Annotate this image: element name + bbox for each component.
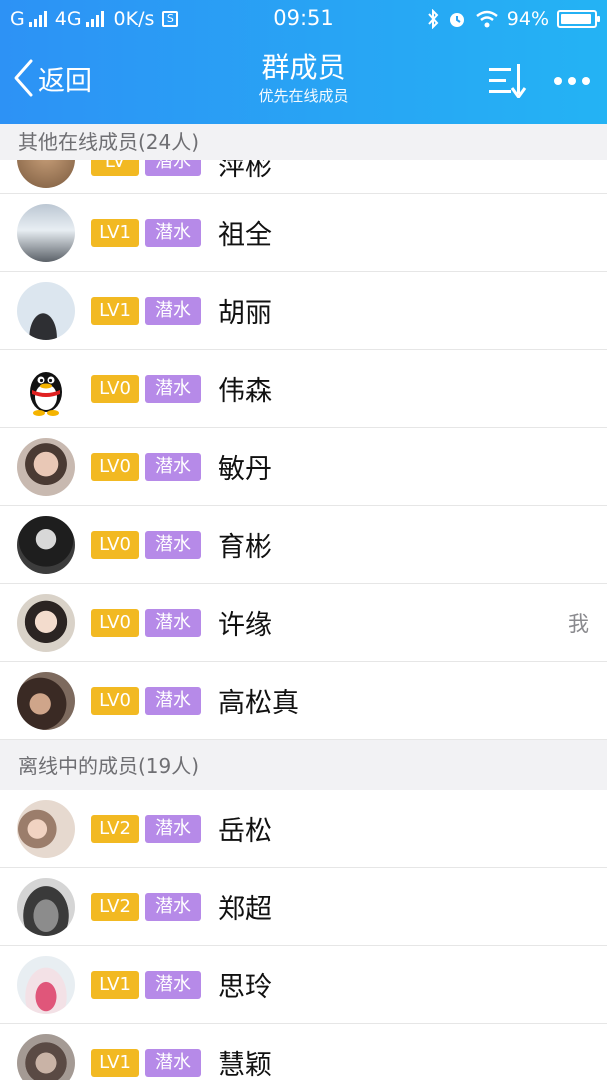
level-badge: LV xyxy=(91,160,139,176)
avatar xyxy=(17,877,75,936)
role-badge: 潜水 xyxy=(145,160,201,176)
member-row[interactable]: LV2 潜水 岳松 xyxy=(0,790,607,868)
role-badge: 潜水 xyxy=(145,970,201,999)
level-badge: LV0 xyxy=(91,452,139,481)
member-name: 育彬 xyxy=(218,532,272,563)
avatar xyxy=(17,160,75,188)
self-tag: 我 xyxy=(568,611,589,636)
member-name: 岳松 xyxy=(218,816,272,847)
section-header-online: 其他在线成员(24人) xyxy=(0,124,607,160)
wifi-icon xyxy=(475,10,498,28)
qq-penguin-icon xyxy=(30,371,62,416)
avatar xyxy=(17,671,75,730)
status-bar: G 4G 0K/s S 09:51 94% xyxy=(0,0,607,38)
member-name: 郑超 xyxy=(218,894,272,925)
level-badge: LV1 xyxy=(91,1048,139,1077)
back-label: 返回 xyxy=(38,65,92,97)
role-badge: 潜水 xyxy=(145,296,201,325)
avatar xyxy=(17,799,75,858)
level-badge: LV1 xyxy=(91,296,139,325)
member-row[interactable]: LV1 潜水 思玲 xyxy=(0,946,607,1024)
member-name: 萍彬 xyxy=(218,160,272,182)
member-row[interactable]: LV 潜水 萍彬 xyxy=(0,160,607,194)
role-badge: 潜水 xyxy=(145,1048,201,1077)
member-row[interactable]: LV2 潜水 郑超 xyxy=(0,868,607,946)
avatar xyxy=(17,955,75,1014)
battery-percent: 94% xyxy=(506,8,549,30)
avatar xyxy=(17,359,75,418)
role-badge: 潜水 xyxy=(145,686,201,715)
avatar xyxy=(17,437,75,496)
level-badge: LV1 xyxy=(91,218,139,247)
section-header-offline: 离线中的成员(19人) xyxy=(0,740,607,790)
bluetooth-icon xyxy=(428,9,439,29)
member-name: 许缘 xyxy=(218,610,272,641)
nav-actions xyxy=(489,64,591,98)
avatar xyxy=(17,515,75,574)
member-row[interactable]: LV0 潜水 伟森 xyxy=(0,350,607,428)
member-name: 伟森 xyxy=(218,376,272,407)
sort-icon[interactable] xyxy=(489,64,527,98)
chevron-left-icon xyxy=(14,59,33,97)
member-name: 胡丽 xyxy=(218,298,272,329)
role-badge: 潜水 xyxy=(145,892,201,921)
role-badge: 潜水 xyxy=(145,814,201,843)
member-row[interactable]: LV1 潜水 祖全 xyxy=(0,194,607,272)
member-row[interactable]: LV0 潜水 敏丹 xyxy=(0,428,607,506)
member-name: 思玲 xyxy=(218,972,272,1003)
nav-bar: 返回 群成员 优先在线成员 xyxy=(0,38,607,124)
back-button[interactable]: 返回 xyxy=(12,58,92,98)
member-row[interactable]: LV1 潜水 胡丽 xyxy=(0,272,607,350)
member-name: 祖全 xyxy=(218,220,272,251)
role-badge: 潜水 xyxy=(145,218,201,247)
battery-icon xyxy=(557,10,600,28)
member-row[interactable]: LV0 潜水 高松真 xyxy=(0,662,607,740)
role-badge: 潜水 xyxy=(145,530,201,559)
member-row[interactable]: LV0 潜水 育彬 xyxy=(0,506,607,584)
level-badge: LV0 xyxy=(91,686,139,715)
more-icon[interactable] xyxy=(553,76,591,86)
avatar xyxy=(17,593,75,652)
alarm-icon xyxy=(449,13,464,27)
level-badge: LV0 xyxy=(91,530,139,559)
member-name: 敏丹 xyxy=(218,454,272,485)
level-badge: LV2 xyxy=(91,814,139,843)
avatar xyxy=(17,1033,75,1080)
level-badge: LV2 xyxy=(91,892,139,921)
member-row[interactable]: LV1 潜水 慧颖 xyxy=(0,1024,607,1080)
status-bar-right: 94% xyxy=(427,8,600,30)
level-badge: LV1 xyxy=(91,970,139,999)
battery-fill xyxy=(561,14,592,24)
role-badge: 潜水 xyxy=(145,452,201,481)
role-badge: 潜水 xyxy=(145,374,201,403)
level-badge: LV0 xyxy=(91,608,139,637)
member-name: 高松真 xyxy=(218,688,299,719)
member-name: 慧颖 xyxy=(218,1050,272,1080)
level-badge: LV0 xyxy=(91,374,139,403)
avatar xyxy=(17,281,75,340)
member-row[interactable]: LV0 潜水 许缘 我 xyxy=(0,584,607,662)
avatar xyxy=(17,203,75,262)
member-list[interactable]: 其他在线成员(24人) LV 潜水 萍彬 LV1 潜水 祖全 LV1 潜水 胡丽 xyxy=(0,124,607,1080)
role-badge: 潜水 xyxy=(145,608,201,637)
